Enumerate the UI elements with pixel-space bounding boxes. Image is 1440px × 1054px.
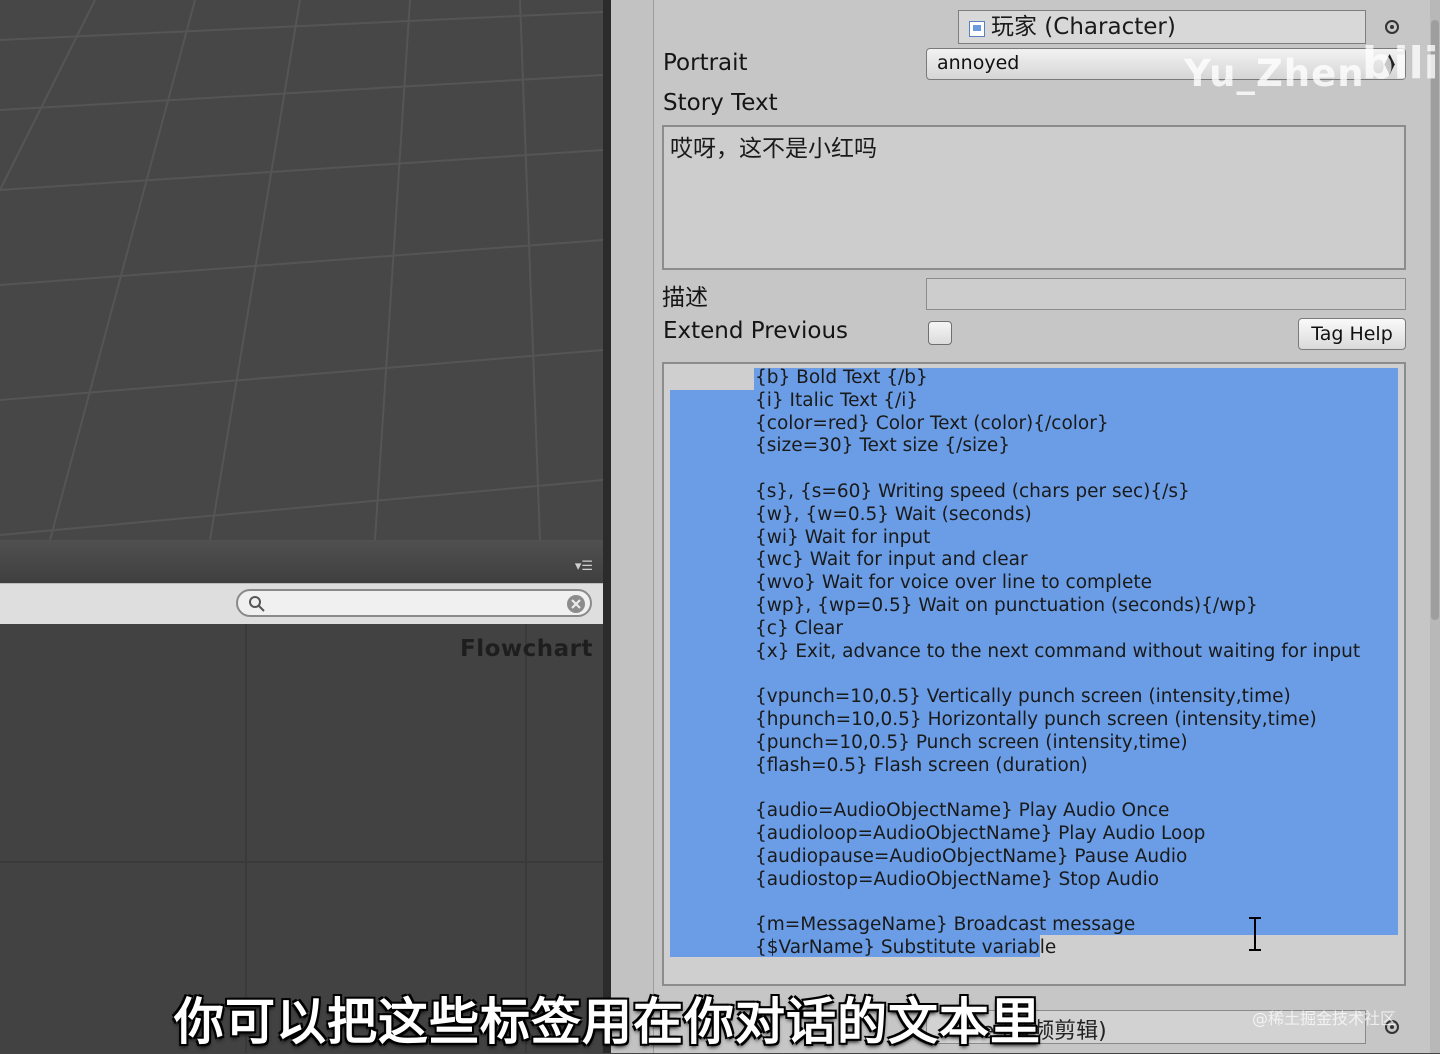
scene-view[interactable] [0, 0, 603, 540]
tag-help-line: {i} Italic Text {/i} [755, 389, 919, 411]
flowchart-title: Flowchart [459, 636, 593, 662]
description-label: 描述 [662, 285, 708, 311]
tag-help-line: {s}, {s=60} Writing speed (chars per sec… [755, 480, 1190, 502]
character-field[interactable]: 玩家 (Character) [958, 10, 1366, 44]
tag-help-line [755, 458, 1360, 481]
tag-help-line: {wi} Wait for input [755, 526, 931, 548]
tag-help-button[interactable]: Tag Help [1298, 318, 1406, 350]
tag-help-line: {wvo} Wait for voice over line to comple… [755, 572, 1152, 594]
bilibili-logo: bili [1362, 38, 1439, 89]
flowchart-toolbar: ▾☰ [0, 540, 603, 586]
tag-help-line: {wp}, {wp=0.5} Wait on punctuation (seco… [755, 594, 1258, 616]
inspector-scrollbar[interactable] [1430, 0, 1440, 1053]
character-icon [969, 21, 985, 37]
tag-help-line [755, 777, 1360, 800]
text-cursor-icon [1249, 917, 1261, 951]
tag-help-line [755, 891, 1360, 914]
tag-help-line: {c} Clear [755, 617, 843, 639]
story-text-label: Story Text [663, 90, 778, 116]
portrait-value: annoyed [937, 52, 1020, 74]
tag-help-line: {$VarName} Substitute variable [755, 936, 1057, 958]
tag-help-line: {size=30} Text size {/size} [755, 435, 1011, 457]
tag-help-line: {wc} Wait for input and clear [755, 549, 1028, 571]
tag-help-line: {flash=0.5} Flash screen (duration) [755, 754, 1088, 776]
character-value: 玩家 (Character) [991, 14, 1176, 40]
search-icon [249, 596, 265, 612]
site-watermark: @稀土掘金技术社区 [1252, 1009, 1397, 1028]
tag-help-line: {hpunch=10,0.5} Horizontally punch scree… [755, 708, 1317, 730]
object-picker-icon[interactable] [1385, 20, 1399, 34]
tag-help-line: {m=MessageName} Broadcast message [755, 914, 1136, 936]
story-text-value: 哎呀，这不是小红吗 [670, 136, 877, 162]
tag-help-line: {audiostop=AudioObjectName} Stop Audio [755, 868, 1160, 890]
uploader-watermark: Yu_Zhen [1184, 52, 1365, 95]
tag-help-line: {audio=AudioObjectName} Play Audio Once [755, 800, 1170, 822]
extend-previous-label: Extend Previous [663, 318, 848, 344]
tag-help-line: {w}, {w=0.5} Wait (seconds) [755, 503, 1032, 525]
description-field[interactable] [926, 278, 1406, 310]
search-bar [0, 583, 603, 625]
extend-previous-checkbox[interactable] [928, 321, 952, 345]
story-text-area[interactable]: 哎呀，这不是小红吗 [662, 125, 1406, 270]
panel-divider[interactable] [603, 0, 611, 1053]
tag-help-line: {audiopause=AudioObjectName} Pause Audio [755, 845, 1188, 867]
scrollbar-thumb[interactable] [1431, 20, 1439, 620]
portrait-label: Portrait [663, 50, 748, 76]
grid-line [0, 861, 605, 863]
scene-grid [0, 0, 603, 540]
tag-help-line: {x} Exit, advance to the next command wi… [755, 640, 1361, 662]
tag-help-line: {punch=10,0.5} Punch screen (intensity,t… [755, 731, 1188, 753]
tag-help-list: {b} Bold Text {/b} {i} Italic Text {/i} {c… [755, 367, 1360, 960]
tag-help-line: {vpunch=10,0.5} Vertically punch screen … [755, 686, 1291, 708]
tag-help-line [755, 663, 1360, 686]
tag-help-line: {color=red} Color Text (color){/color} [755, 412, 1109, 434]
tag-help-line: {b} Bold Text {/b} [755, 367, 928, 388]
search-input[interactable] [236, 589, 592, 617]
menu-icon[interactable]: ▾☰ [571, 560, 593, 574]
video-subtitle: 你可以把这些标签用在你对话的文本里 [174, 993, 1041, 1051]
inspector-margin [611, 0, 654, 1053]
tag-help-line: {audioloop=AudioObjectName} Play Audio L… [755, 822, 1206, 844]
clear-search-icon[interactable] [566, 594, 586, 614]
